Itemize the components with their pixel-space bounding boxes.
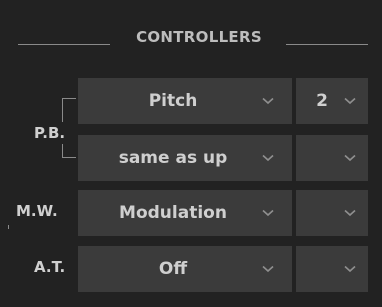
at-source-dropdown[interactable]: Off (78, 246, 292, 292)
at-channel-dropdown[interactable] (296, 246, 368, 292)
pb-bracket-top-horizontal (62, 98, 76, 99)
pb-label: P.B. (34, 124, 66, 142)
at-source-value: Off (158, 259, 188, 279)
pb-bracket-bottom-vertical (62, 144, 63, 158)
mw-source-value: Modulation (119, 203, 227, 223)
pb-down-channel-value (296, 135, 348, 181)
mw-source-dropdown[interactable]: Modulation (78, 190, 292, 236)
mw-label-underline (8, 225, 9, 229)
pb-down-source-value: same as up (118, 148, 228, 168)
pb-bracket-top-vertical (62, 98, 63, 122)
pb-up-source-dropdown[interactable]: Pitch (78, 78, 292, 124)
pb-up-channel-value: 2 (316, 91, 328, 111)
pb-down-channel-dropdown[interactable] (296, 135, 368, 181)
mw-label: M.W. (16, 202, 58, 220)
chevron-down-icon (262, 209, 274, 217)
chevron-down-icon (262, 97, 274, 105)
chevron-down-icon (344, 209, 356, 217)
at-label: A.T. (34, 258, 66, 276)
chevron-down-icon (344, 265, 356, 273)
mw-channel-value (296, 190, 348, 236)
pb-up-source-value: Pitch (148, 91, 198, 111)
at-channel-value (296, 246, 348, 292)
mw-channel-dropdown[interactable] (296, 190, 368, 236)
chevron-down-icon (344, 97, 356, 105)
header-divider-left (18, 44, 110, 45)
pb-down-source-dropdown[interactable]: same as up (78, 135, 292, 181)
chevron-down-icon (262, 154, 274, 162)
controllers-panel: CONTROLLERS P.B. Pitch 2 same as up M.W.… (0, 0, 382, 307)
section-title: CONTROLLERS (136, 28, 262, 46)
pb-bracket-bottom-horizontal (62, 157, 76, 158)
chevron-down-icon (344, 154, 356, 162)
chevron-down-icon (262, 265, 274, 273)
header-divider-right (286, 44, 368, 45)
pb-up-channel-dropdown[interactable]: 2 (296, 78, 368, 124)
